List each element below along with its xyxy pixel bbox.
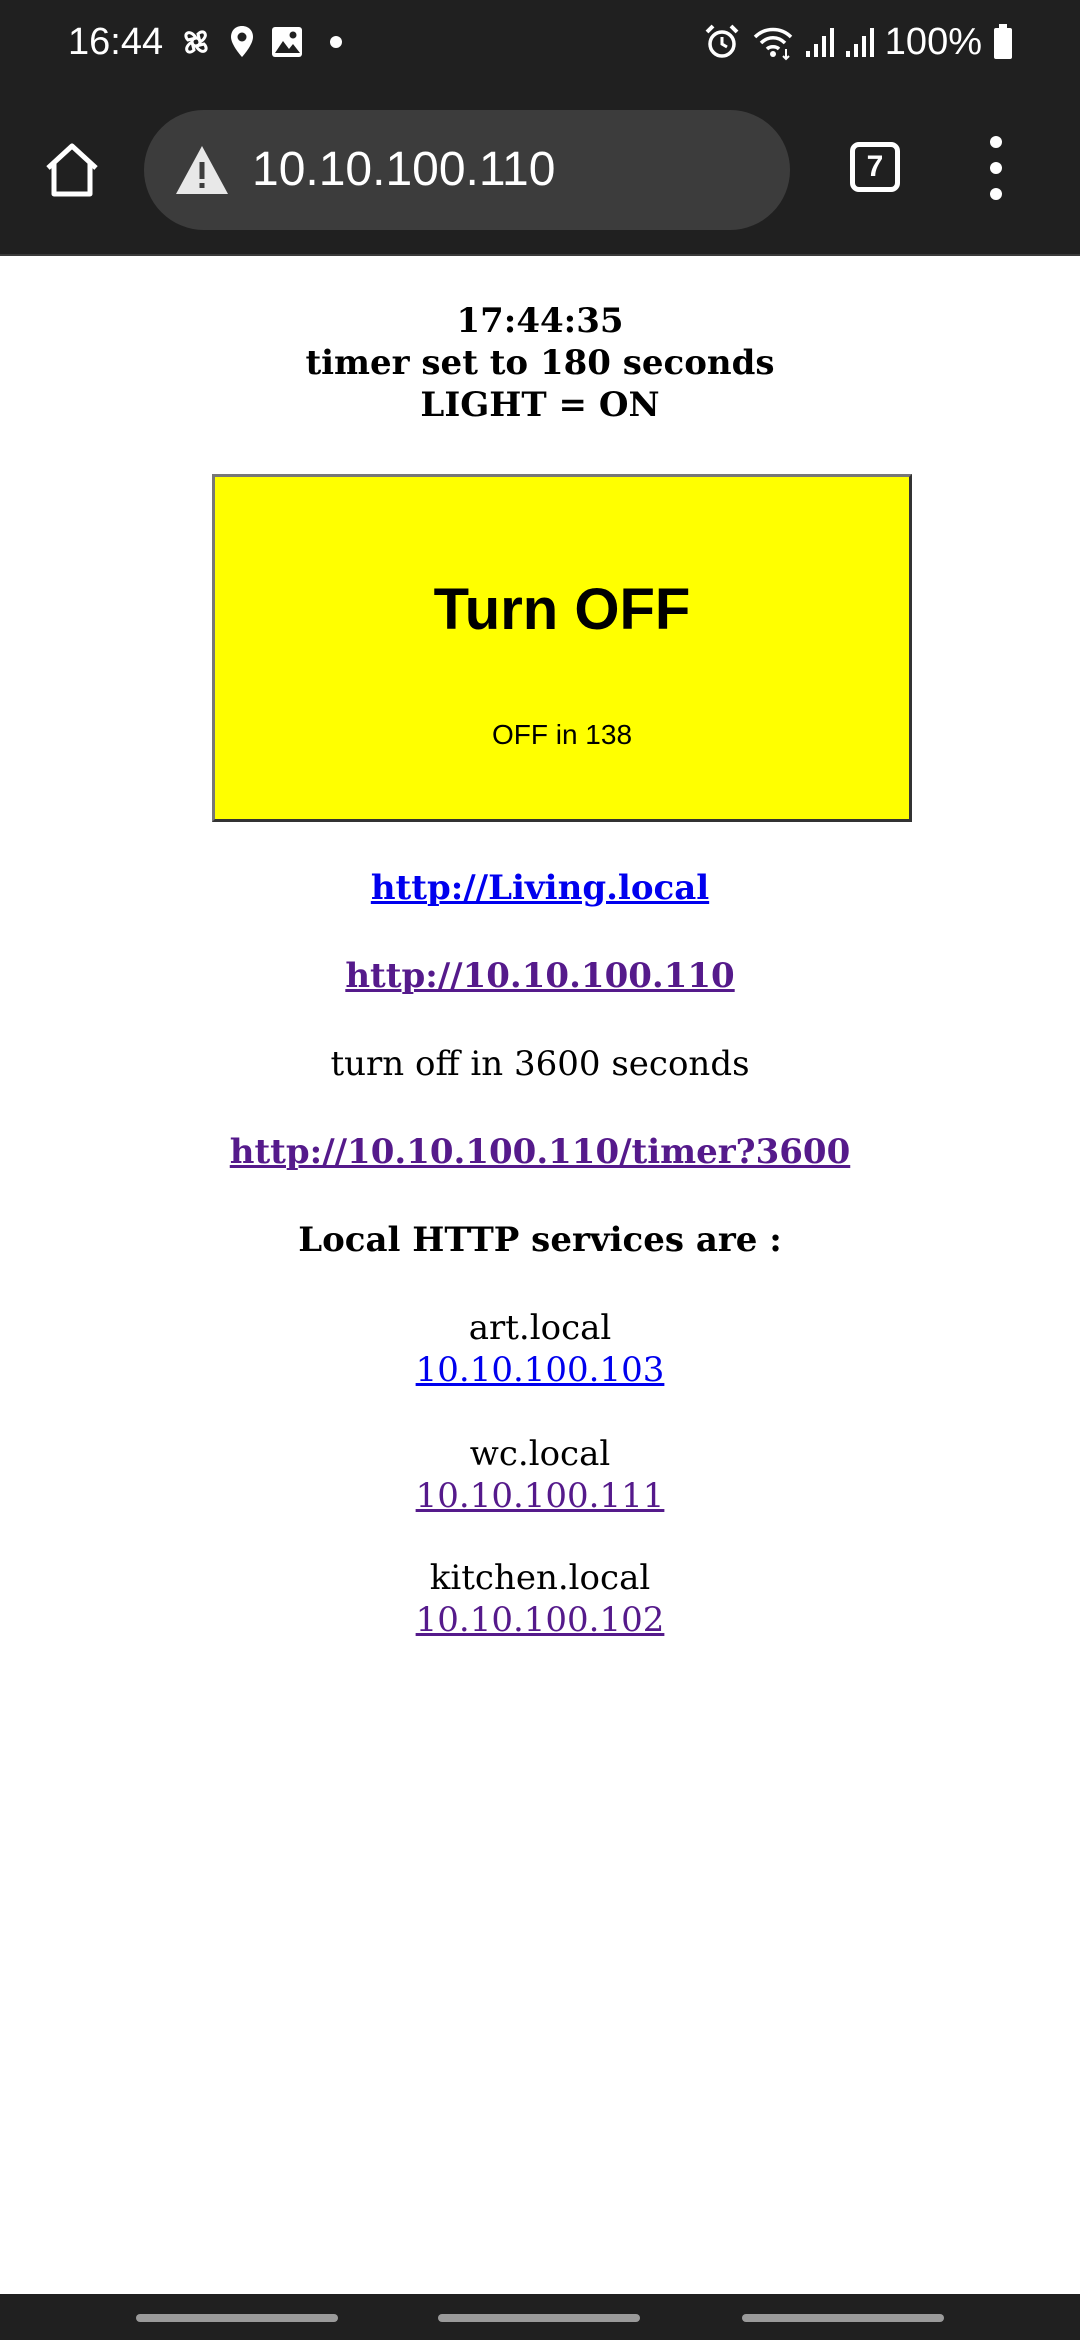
off-countdown: OFF in 138 bbox=[491, 719, 633, 750]
signal-icon bbox=[845, 28, 874, 57]
overflow-menu-button[interactable] bbox=[970, 136, 1022, 200]
status-time: 16:44 bbox=[68, 21, 164, 63]
wifi-icon bbox=[753, 27, 793, 61]
service-address-row: 10.10.100.102 bbox=[0, 1598, 1080, 1642]
turn-off-label: Turn OFF bbox=[433, 577, 691, 642]
status-bar: 16:44 100% bbox=[0, 0, 1080, 84]
timer-link-row: http://10.10.100.110/timer?3600 bbox=[0, 1130, 1080, 1174]
url-text[interactable]: 10.10.100.110 bbox=[252, 140, 555, 200]
service-address-link[interactable]: 10.10.100.103 bbox=[416, 1350, 665, 1390]
nav-back-button[interactable] bbox=[742, 2314, 944, 2322]
signal-icon bbox=[805, 28, 834, 57]
warning-icon[interactable] bbox=[174, 144, 230, 196]
service-name: kitchen.local bbox=[429, 1558, 651, 1598]
service-address-row: 10.10.100.103 bbox=[0, 1348, 1080, 1392]
menu-dot bbox=[990, 162, 1002, 174]
nav-recent-apps-button[interactable] bbox=[136, 2314, 338, 2322]
browser-toolbar: 10.10.100.110 7 bbox=[0, 84, 1080, 256]
services-heading: Local HTTP services are : bbox=[298, 1220, 782, 1260]
address-bar[interactable]: 10.10.100.110 bbox=[144, 110, 790, 230]
status-system-icons: 100% bbox=[703, 18, 1014, 66]
clock-time: 17:44:35 bbox=[456, 301, 624, 341]
status-notification-icons bbox=[178, 22, 348, 62]
gallery-icon bbox=[272, 27, 302, 57]
navigation-bar bbox=[0, 2294, 1080, 2340]
service-address-link[interactable]: 10.10.100.111 bbox=[416, 1476, 665, 1516]
light-status: LIGHT = ON bbox=[420, 385, 660, 425]
ip-link-row: http://10.10.100.110 bbox=[0, 954, 1080, 998]
service-name: wc.local bbox=[469, 1434, 611, 1474]
tab-switcher-button[interactable]: 7 bbox=[850, 142, 900, 192]
host-link-row: http://Living.local bbox=[0, 866, 1080, 910]
ip-link[interactable]: http://10.10.100.110 bbox=[345, 956, 734, 996]
timer-note: turn off in 3600 seconds bbox=[330, 1044, 750, 1084]
service-address-row: 10.10.100.111 bbox=[0, 1474, 1080, 1518]
alarm-icon bbox=[705, 24, 739, 58]
nav-home-button[interactable] bbox=[438, 2314, 640, 2322]
home-icon bbox=[46, 143, 98, 197]
timer-link[interactable]: http://10.10.100.110/timer?3600 bbox=[230, 1132, 850, 1172]
timer-status: timer set to 180 seconds bbox=[305, 343, 775, 383]
battery-percentage: 100% bbox=[884, 21, 982, 63]
fan-icon bbox=[184, 30, 208, 54]
service-name: art.local bbox=[468, 1308, 612, 1348]
menu-dot bbox=[990, 136, 1002, 148]
home-button[interactable] bbox=[36, 134, 108, 206]
location-icon bbox=[231, 26, 253, 57]
menu-dot bbox=[990, 188, 1002, 200]
host-link[interactable]: http://Living.local bbox=[371, 868, 709, 908]
battery-icon bbox=[994, 24, 1012, 59]
service-address-link[interactable]: 10.10.100.102 bbox=[416, 1600, 665, 1640]
dot-icon bbox=[330, 36, 342, 48]
turn-off-button[interactable]: Turn OFF OFF in 138 bbox=[212, 474, 912, 822]
